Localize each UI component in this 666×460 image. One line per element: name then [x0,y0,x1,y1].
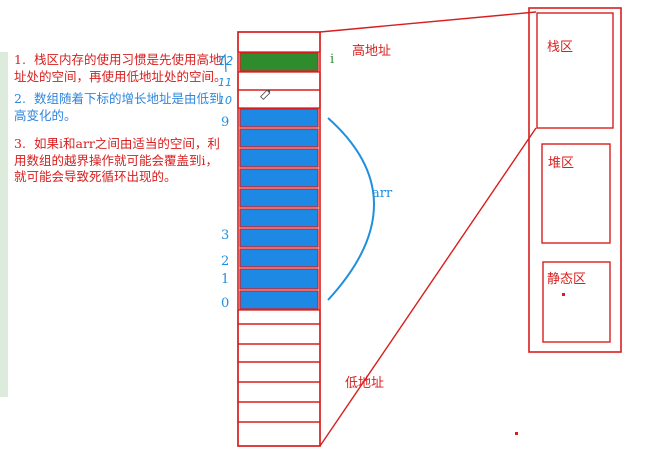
memory-cell [239,290,319,310]
memory-cell [237,31,321,53]
stray-dot [515,432,518,435]
memory-cell [239,268,319,290]
arr-label: arr [372,186,393,201]
memory-cell [239,52,319,72]
index-1-label: 1 [221,272,230,287]
memory-cell [239,248,319,268]
arr-brace [327,117,375,301]
connector-bottom [319,127,537,447]
memory-cell [237,381,321,403]
index-12-label: 12 [218,54,234,68]
index-3-label: 3 [221,228,230,243]
low-address-label: 低地址 [345,376,385,391]
memory-cell [239,128,319,148]
memory-cell [239,188,319,208]
memory-diagram [220,7,622,447]
static-region-label: 静态区 [547,272,587,287]
memory-cell [239,148,319,168]
static-region-dot [562,293,565,296]
index-11-label: 11 [218,76,232,89]
stack-region-label: 栈区 [547,40,574,55]
memory-cell [237,421,321,447]
memory-cell [239,168,319,188]
index-2-label: 2 [221,254,230,269]
heap-region-label: 堆区 [548,156,575,171]
memory-rows [237,31,321,447]
memory-cell [237,401,321,423]
memory-cell [239,228,319,248]
connector-top [319,11,537,33]
memory-cell [237,323,321,345]
high-address-label: 高地址 [352,44,392,59]
memory-cell [239,108,319,128]
variable-i-label: i [330,52,335,67]
memory-cell [237,89,321,109]
index-9-label: 9 [221,115,230,130]
memory-cell [239,208,319,228]
index-10-label: 10 [218,94,232,107]
memory-cell [237,361,321,383]
memory-cell [237,343,321,363]
stack-region-box [536,12,614,129]
index-0-label: 0 [221,296,230,311]
memory-cell [237,71,321,91]
memory-cell [237,309,321,325]
